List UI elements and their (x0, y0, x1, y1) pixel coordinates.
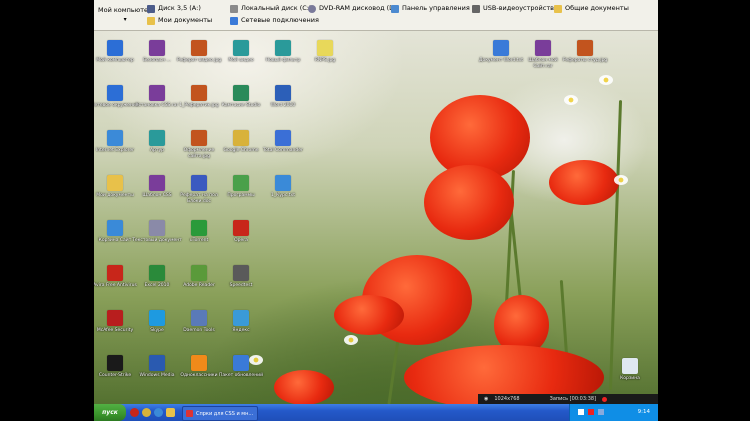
app-icon (149, 310, 165, 326)
desktop-icon-label: Яндекс (232, 328, 250, 333)
system-tray: 9:14 (569, 404, 658, 421)
desktop-icon[interactable]: Рефераты студ.jpg (560, 40, 610, 64)
folder-icon[interactable] (166, 408, 175, 417)
app-icon (191, 310, 207, 326)
app-icon (275, 85, 291, 101)
toolbar-item-control-panel[interactable]: Панель управления (391, 3, 470, 14)
app-icon (191, 85, 207, 101)
start-button[interactable]: пуск (94, 404, 126, 421)
app-icon (107, 130, 123, 146)
toolbar-my-computer-label: Мой компьютер (98, 6, 153, 14)
app-icon (107, 310, 123, 326)
app-icon (149, 220, 165, 236)
taskbar: пуск Спрки для CSS и мн... RL 9:14 (94, 404, 658, 421)
opera-icon[interactable] (130, 408, 139, 417)
record-dot-icon[interactable] (602, 396, 608, 402)
app-icon (317, 40, 333, 56)
toolbar-item-floppy[interactable]: Диск 3,5 (A:) (147, 3, 201, 14)
toolbar-item-shared-docs[interactable]: Общие документы (554, 3, 629, 14)
app-icon (149, 85, 165, 101)
floppy-icon (147, 4, 155, 13)
desktop-icon[interactable]: Word 2010 (258, 85, 308, 109)
folder-icon (147, 16, 155, 25)
toolbar-item-local-disk[interactable]: Локальный диск (C:) (230, 3, 312, 14)
app-icon (149, 175, 165, 191)
desktop-icon[interactable]: Total Commander (258, 130, 308, 154)
chevron-down-icon: ▾ (123, 16, 127, 23)
app-icon (233, 265, 249, 281)
desktop-icon-label: 1_Курс.txt (271, 193, 295, 198)
app-icon (149, 40, 165, 56)
recorder-status: Запись [00:03:38] (549, 396, 597, 402)
app-icon (107, 265, 123, 281)
recycle-bin-icon (622, 358, 638, 374)
app-icon (233, 130, 249, 146)
file-icon (493, 40, 509, 56)
app-icon (233, 175, 249, 191)
recorder-resolution: 1024x768 (494, 396, 520, 402)
toolbar-item-my-documents[interactable]: Мои документы (147, 15, 212, 26)
usb-camera-icon (472, 4, 480, 13)
app-icon (107, 40, 123, 56)
toolbar-item-dvd[interactable]: DVD-RAM дисковод (D:) (308, 3, 399, 14)
app-icon (275, 130, 291, 146)
desktop-icon-label: Opera (234, 238, 248, 243)
desktop-icon[interactable]: Яндекс (216, 310, 266, 334)
taskbar-window-button[interactable]: Спрки для CSS и мн... (182, 406, 258, 421)
control-panel-icon (391, 4, 399, 13)
app-icon (191, 130, 207, 146)
app-icon (233, 220, 249, 236)
app-icon (107, 85, 123, 101)
app-icon (107, 220, 123, 236)
record-icon: ◉ (484, 396, 489, 402)
app-icon (233, 85, 249, 101)
app-icon (149, 355, 165, 371)
desktop-icon-label: Speedtest (229, 283, 253, 288)
disk-icon (230, 4, 238, 13)
desktop-icon[interactable]: Пакет обновлений (216, 355, 266, 379)
app-icon (191, 40, 207, 56)
desktop-icon[interactable]: RNPS.jpg (300, 40, 350, 64)
desktop-icon-label: RNPS.jpg (314, 58, 336, 63)
desktop-screen: Мой компьютер ▾ Диск 3,5 (A:) Локальный … (94, 0, 658, 421)
app-icon (233, 40, 249, 56)
tray-icon[interactable] (588, 409, 594, 415)
dvd-icon (308, 4, 316, 13)
tray-icon[interactable] (598, 409, 604, 415)
toolbar-item-usb-camera[interactable]: USB-видеоустройство (472, 3, 558, 14)
app-icon (233, 355, 249, 371)
app-icon (275, 40, 291, 56)
app-icon (149, 130, 165, 146)
ie-icon[interactable] (154, 408, 163, 417)
desktop-icon[interactable]: 1_Курс.txt (258, 175, 308, 199)
taskbar-window-label: Спрки для CSS и мн... (196, 410, 254, 417)
app-icon (107, 355, 123, 371)
folder-icon (554, 4, 562, 13)
network-icon (230, 16, 238, 25)
desktop-icon-label: Total Commander (263, 148, 303, 153)
app-icon (107, 175, 123, 191)
toolbar-item-network[interactable]: Сетевые подключения (230, 15, 319, 26)
clock[interactable]: 9:14 (638, 409, 650, 415)
app-icon (191, 265, 207, 281)
app-icon (233, 310, 249, 326)
image-file-icon (577, 40, 593, 56)
window-app-icon (186, 410, 193, 417)
desktop-icon[interactable]: Opera (216, 220, 266, 244)
toolbar-my-computer[interactable]: Мой компьютер ▾ (98, 5, 152, 29)
recorder-bar: ◉ 1024x768 Запись [00:03:38] (478, 394, 658, 404)
app-icon (149, 265, 165, 281)
desktop-icon[interactable]: Speedtest (216, 265, 266, 289)
chrome-icon[interactable] (142, 408, 151, 417)
tray-icon[interactable] (578, 409, 584, 415)
app-icon (191, 175, 207, 191)
app-icon (191, 220, 207, 236)
app-icon (191, 355, 207, 371)
desktop-icon-recycle-bin[interactable]: Корзина (605, 358, 655, 382)
app-icon (275, 175, 291, 191)
desktop-icon-label: Пакет обновлений (219, 373, 263, 378)
archive-icon (535, 40, 551, 56)
desktop-icon-label: Word 2010 (270, 103, 296, 108)
desktop-toolbar: Мой компьютер ▾ Диск 3,5 (A:) Локальный … (94, 0, 658, 31)
